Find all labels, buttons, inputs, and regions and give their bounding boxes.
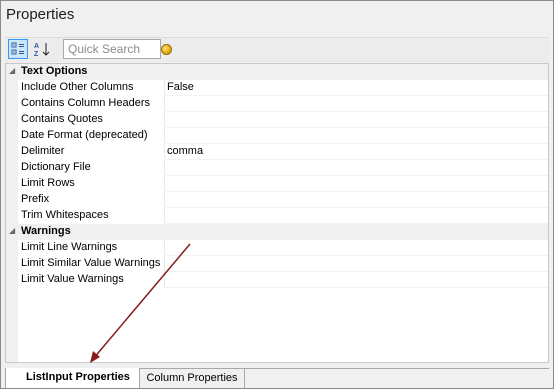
svg-text:A: A bbox=[34, 43, 39, 50]
property-row[interactable]: Limit Rows bbox=[6, 176, 548, 192]
property-row[interactable]: Limit Similar Value Warnings bbox=[6, 256, 548, 272]
property-value[interactable]: comma bbox=[167, 145, 203, 157]
alphabetical-sort-button[interactable]: A Z bbox=[32, 39, 52, 59]
category-label: Text Options bbox=[21, 65, 88, 77]
property-name: Limit Value Warnings bbox=[21, 273, 124, 285]
property-row[interactable]: Contains Column Headers bbox=[6, 96, 548, 112]
svg-text:Z: Z bbox=[34, 51, 39, 57]
quick-search-input[interactable] bbox=[63, 39, 161, 59]
property-row[interactable]: Dictionary File bbox=[6, 160, 548, 176]
toolbar: A Z bbox=[5, 37, 549, 62]
collapse-toggle-icon[interactable]: ◢ bbox=[9, 66, 15, 75]
tab-column-properties[interactable]: Column Properties bbox=[140, 369, 245, 388]
property-row[interactable]: Limit Line Warnings bbox=[6, 240, 548, 256]
property-name: Limit Rows bbox=[21, 177, 75, 189]
tab-strip: ListInput Properties Column Properties bbox=[5, 368, 549, 389]
property-row[interactable]: Delimiter comma bbox=[6, 144, 548, 160]
property-row[interactable]: Limit Value Warnings bbox=[6, 272, 548, 288]
property-name: Delimiter bbox=[21, 145, 65, 157]
property-name: Contains Column Headers bbox=[21, 97, 151, 109]
properties-panel: Properties A Z Quick Search ◢ Text Optio… bbox=[0, 0, 554, 389]
property-grid: ◢ Text Options Include Other Columns Fal… bbox=[5, 63, 549, 363]
category-warnings[interactable]: ◢ Warnings bbox=[6, 224, 548, 240]
panel-title: Properties bbox=[6, 6, 75, 23]
property-row[interactable]: Prefix bbox=[6, 192, 548, 208]
property-name: Include Other Columns bbox=[21, 81, 134, 93]
property-row[interactable]: Contains Quotes bbox=[6, 112, 548, 128]
property-value[interactable]: False bbox=[167, 81, 194, 93]
property-name: Contains Quotes bbox=[21, 113, 103, 125]
property-row[interactable]: Date Format (deprecated) bbox=[6, 128, 548, 144]
categorized-view-button[interactable] bbox=[8, 39, 28, 59]
property-name: Limit Line Warnings bbox=[21, 241, 118, 253]
property-name: Limit Similar Value Warnings bbox=[21, 257, 161, 269]
collapse-toggle-icon[interactable]: ◢ bbox=[9, 226, 15, 235]
property-row[interactable]: Include Other Columns False bbox=[6, 80, 548, 96]
property-name: Dictionary File bbox=[21, 161, 91, 173]
property-name: Prefix bbox=[21, 193, 50, 205]
property-name: Date Format (deprecated) bbox=[21, 129, 148, 141]
coin-icon[interactable] bbox=[161, 44, 172, 55]
alphabetical-sort-icon: A Z bbox=[33, 41, 51, 57]
tab-listinput-properties[interactable]: ListInput Properties bbox=[5, 368, 140, 388]
property-row[interactable]: Trim Whitespaces bbox=[6, 208, 548, 224]
category-label: Warnings bbox=[21, 225, 71, 237]
property-name: Trim Whitespaces bbox=[21, 209, 109, 221]
category-text-options[interactable]: ◢ Text Options bbox=[6, 64, 548, 80]
categorized-view-icon bbox=[11, 42, 25, 56]
